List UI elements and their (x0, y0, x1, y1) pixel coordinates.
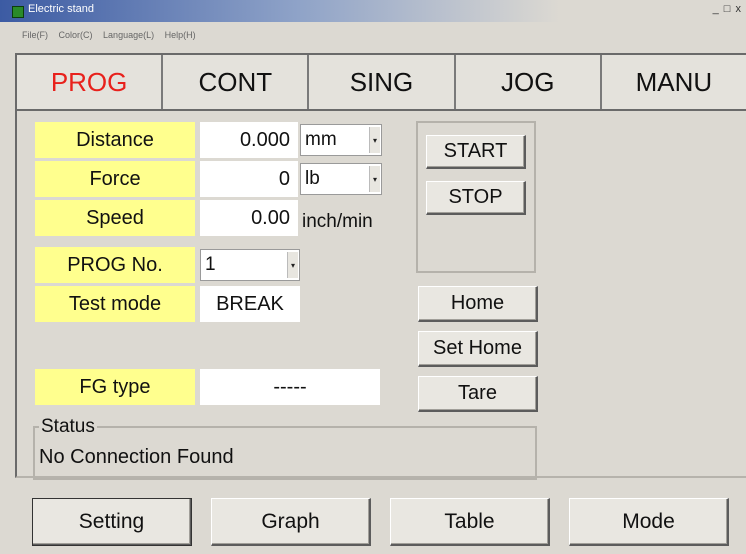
app-icon (12, 6, 24, 18)
window-controls[interactable]: _ □ x (713, 3, 742, 15)
mode-tabs: PROG CONT SING JOG MANU (15, 53, 746, 111)
force-unit-value: lb (305, 168, 320, 189)
menu-color[interactable]: Color(C) (59, 30, 93, 40)
menu-help[interactable]: Help(H) (165, 30, 196, 40)
fg-type-value: ----- (200, 369, 380, 405)
speed-unit: inch/min (302, 211, 373, 232)
prog-no-label: PROG No. (35, 247, 195, 283)
force-label: Force (35, 161, 195, 197)
tab-manu[interactable]: MANU (599, 55, 746, 109)
graph-button[interactable]: Graph (211, 498, 371, 546)
title-bar: Electric stand _ □ x (0, 0, 746, 22)
chevron-down-icon[interactable]: ▾ (369, 166, 380, 192)
status-message: No Connection Found (39, 446, 234, 468)
test-mode-value: BREAK (200, 286, 300, 322)
tab-prog[interactable]: PROG (15, 55, 161, 109)
chevron-down-icon[interactable]: ▾ (287, 252, 298, 278)
stop-button[interactable]: STOP (426, 181, 526, 215)
set-home-button[interactable]: Set Home (418, 331, 538, 367)
chevron-down-icon[interactable]: ▾ (369, 127, 380, 153)
distance-unit-value: mm (305, 129, 337, 150)
table-button[interactable]: Table (390, 498, 550, 546)
status-group: Status No Connection Found (33, 416, 537, 480)
prog-no-value: 1 (205, 254, 216, 275)
setting-button[interactable]: Setting (32, 498, 192, 546)
tab-cont[interactable]: CONT (161, 55, 307, 109)
speed-value: 0.00 (200, 200, 298, 236)
prog-no-select[interactable]: 1 ▾ (200, 249, 300, 281)
menu-file[interactable]: File(F) (22, 30, 48, 40)
tare-button[interactable]: Tare (418, 376, 538, 412)
fg-type-label: FG type (35, 369, 195, 405)
distance-label: Distance (35, 122, 195, 158)
tab-sing[interactable]: SING (307, 55, 453, 109)
status-label: Status (39, 416, 97, 438)
menu-bar: File(F) Color(C) Language(L) Help(H) (22, 30, 204, 40)
force-value: 0 (200, 161, 298, 197)
mode-button[interactable]: Mode (569, 498, 729, 546)
distance-unit-select[interactable]: mm ▾ (300, 124, 382, 156)
menu-language[interactable]: Language(L) (103, 30, 154, 40)
force-unit-select[interactable]: lb ▾ (300, 163, 382, 195)
distance-value: 0.000 (200, 122, 298, 158)
start-button[interactable]: START (426, 135, 526, 169)
test-mode-label: Test mode (35, 286, 195, 322)
speed-label: Speed (35, 200, 195, 236)
home-button[interactable]: Home (418, 286, 538, 322)
tab-jog[interactable]: JOG (453, 55, 600, 109)
window-title: Electric stand (28, 3, 95, 15)
